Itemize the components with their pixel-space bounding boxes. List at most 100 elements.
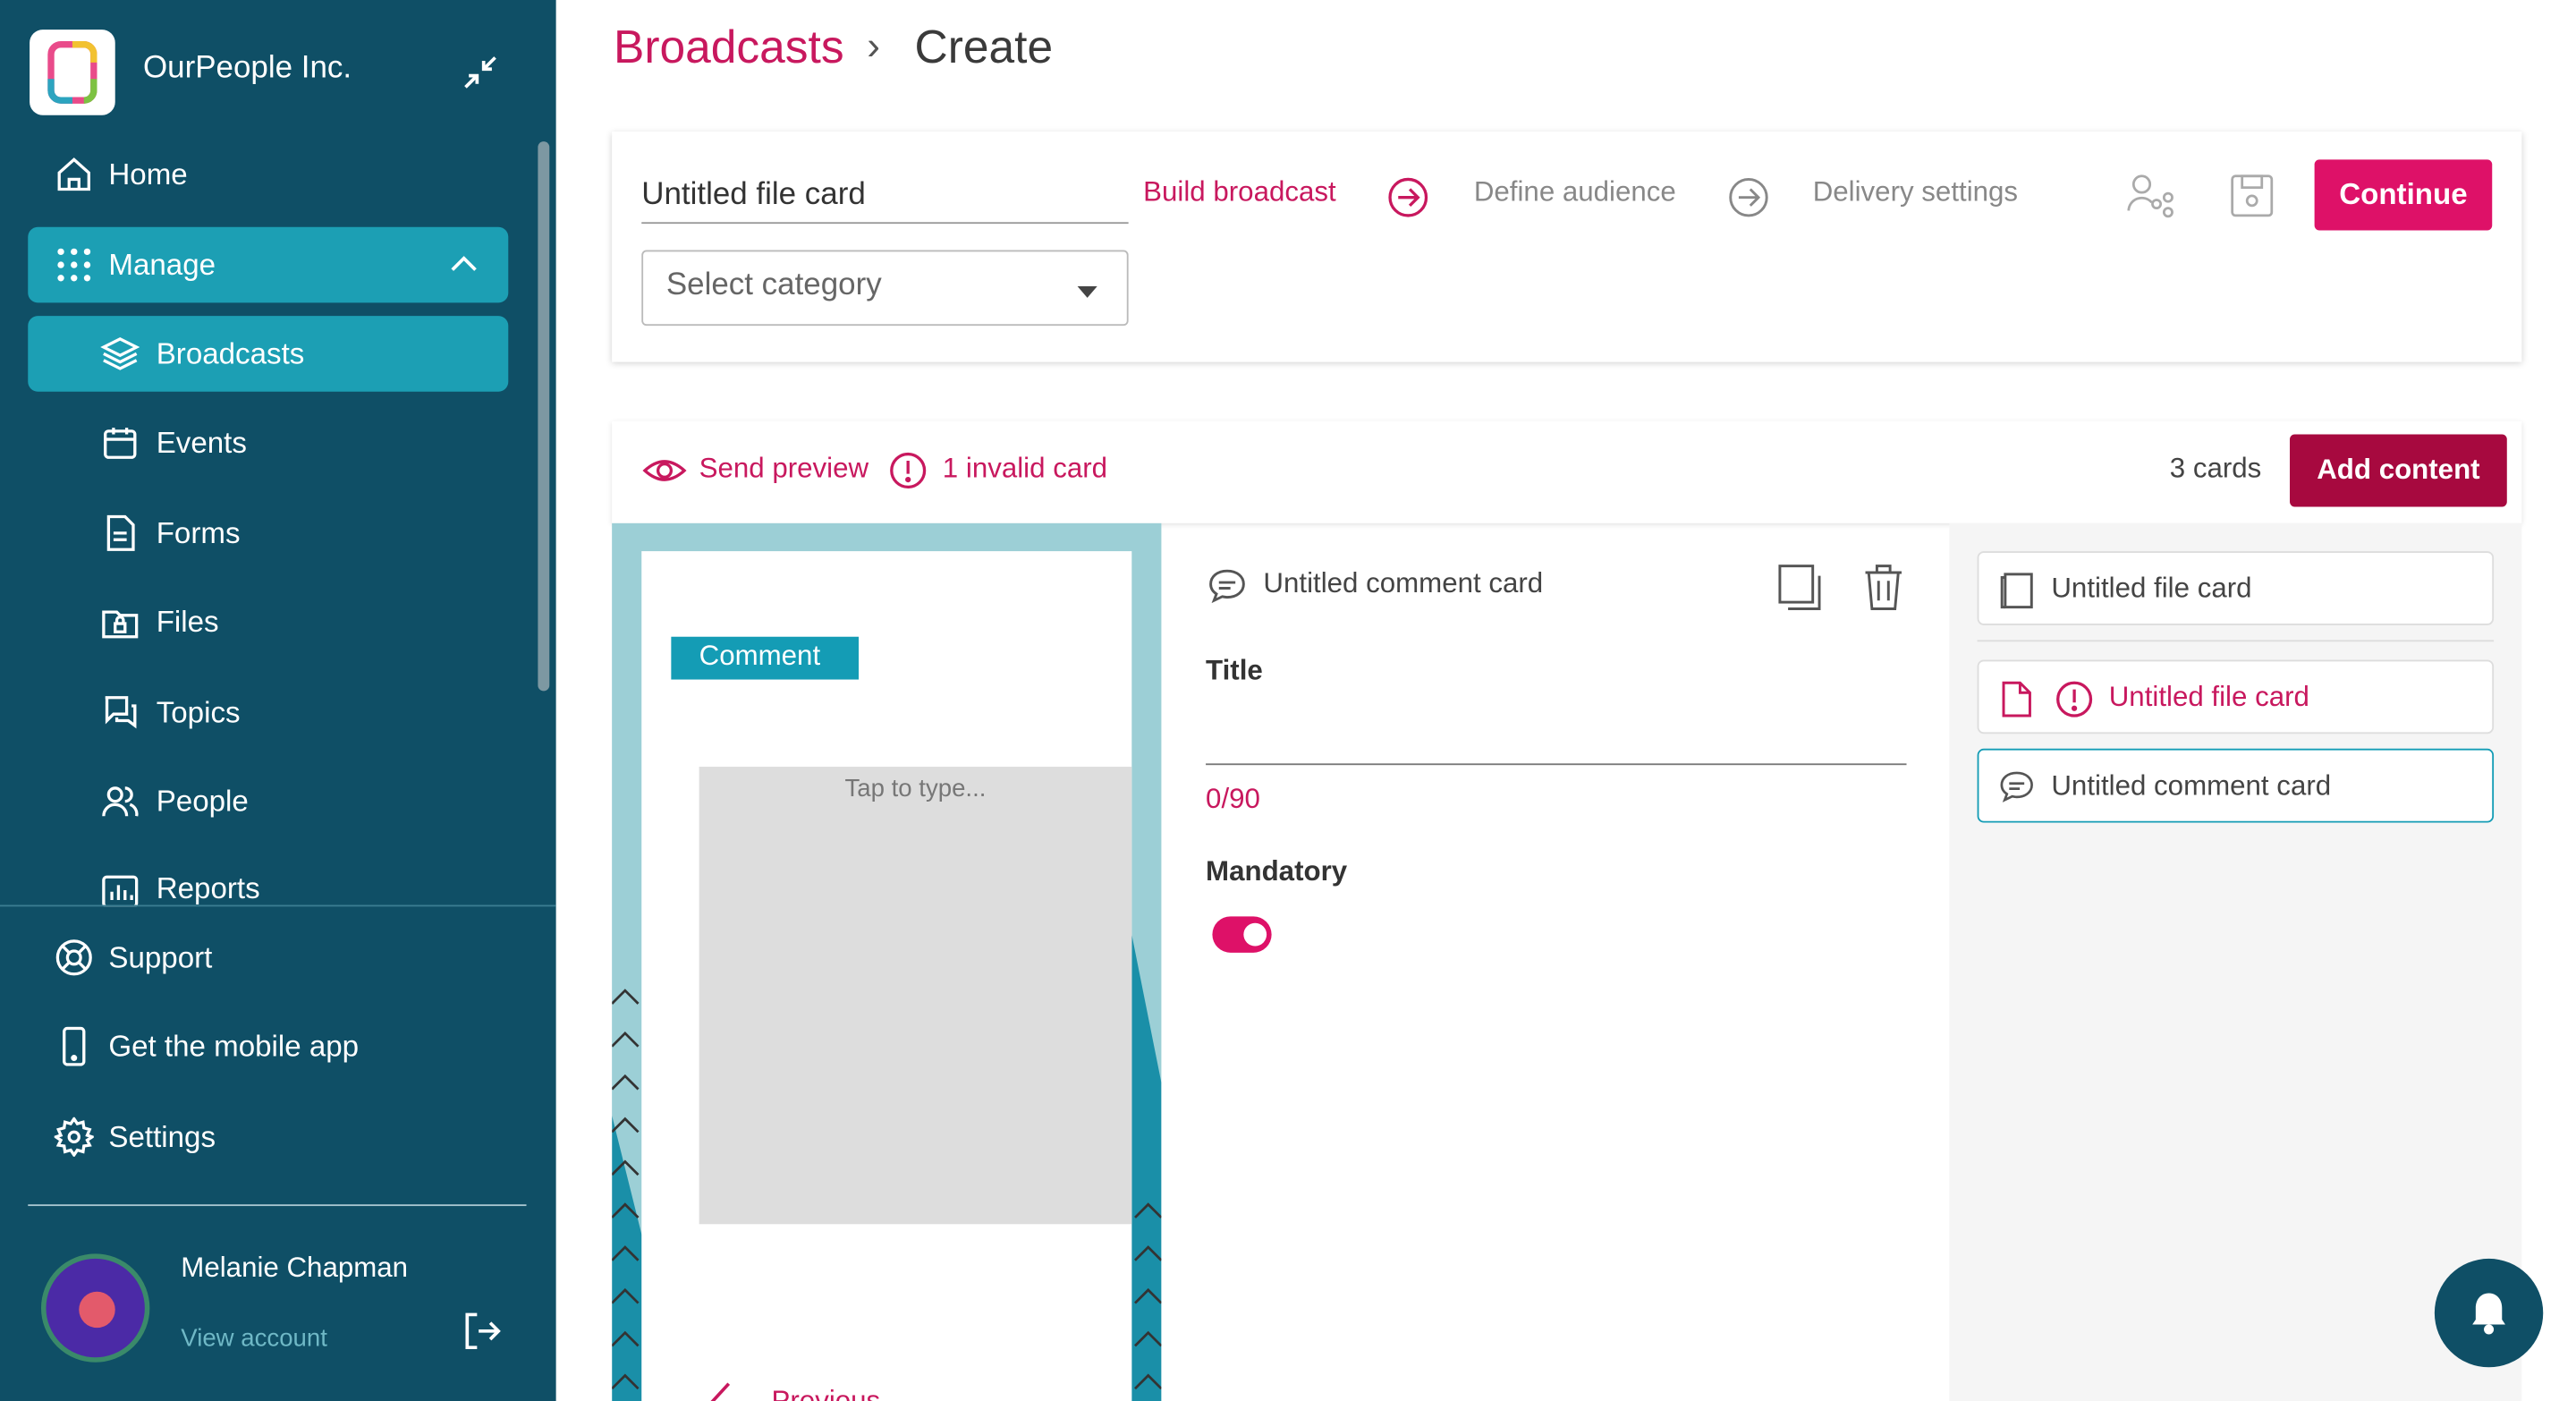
chevron-up-icon [449,250,479,280]
title-field-label: Title [1206,654,1263,686]
title-char-counter: 0/90 [1206,783,1260,815]
avatar-dot [79,1291,115,1329]
logout-icon[interactable] [461,1310,504,1353]
editor-card-title: Untitled comment card [1263,567,1544,599]
nav-topics[interactable]: Topics [28,675,508,751]
nav-files[interactable]: Files [28,584,508,660]
card-label: Untitled file card [2051,573,2252,604]
eye-icon[interactable] [641,451,687,490]
sidebar-divider-bottom [28,1204,527,1207]
continue-button[interactable]: Continue [2314,159,2493,231]
step-delivery-settings[interactable]: Delivery settings [1813,176,2018,209]
card-preview: Comment Tap to type... Previous [612,522,1162,1401]
org-name: OurPeople Inc. [143,51,352,86]
gear-icon [52,1116,96,1159]
nav-settings[interactable]: Settings [28,1100,508,1176]
send-preview-button[interactable]: Send preview [699,453,869,486]
layers-icon [100,334,140,373]
nav-settings-label: Settings [108,1119,216,1153]
nav-people[interactable]: People [28,763,508,839]
nav-files-label: Files [156,604,219,638]
chevron-left-icon[interactable] [704,1380,737,1401]
mandatory-toggle[interactable] [1212,916,1272,953]
breadcrumb-separator: › [867,24,880,70]
avatar[interactable] [40,1253,150,1363]
arrow-circle-icon [1727,176,1770,219]
people-icon [100,782,140,821]
category-placeholder: Select category [665,267,882,303]
app-root: OurPeople Inc. Home Manage Broadcasts Ev… [0,0,2576,1401]
card-label: Untitled comment card [2051,769,2332,802]
sidebar: OurPeople Inc. Home Manage Broadcasts Ev… [0,0,556,1401]
bar-chart-icon [100,872,140,907]
calendar-icon [100,423,140,463]
nav-events[interactable]: Events [28,404,508,480]
nav-mobile-app[interactable]: Get the mobile app [28,1008,508,1084]
nav-forms-label: Forms [156,515,241,549]
title-field-input[interactable] [1206,717,1907,766]
cards-count: 3 cards [2169,452,2262,484]
card-list-item[interactable]: Untitled file card [1977,551,2495,625]
folder-lock-icon [100,602,140,641]
nav-support-label: Support [108,940,213,973]
category-select[interactable]: Select category [641,250,1129,327]
chat-bubbles-icon [100,692,140,732]
lifebuoy-icon [55,938,94,977]
form-icon [100,514,140,553]
breadcrumb-broadcasts[interactable]: Broadcasts [614,21,844,74]
previous-button[interactable]: Previous [772,1386,881,1401]
comment-input-area[interactable]: Tap to type... [699,767,1132,1225]
arrow-circle-icon [1386,176,1429,219]
add-content-button[interactable]: Add content [2290,434,2507,507]
nav-mobile-app-label: Get the mobile app [108,1029,360,1063]
phone-mockup: Comment Tap to type... Previous [641,551,1132,1401]
user-name: Melanie Chapman [181,1252,409,1284]
comment-icon [1999,768,2035,808]
card-label: Untitled file card [2108,681,2309,713]
nav-forms[interactable]: Forms [28,496,508,572]
nav-home[interactable]: Home [28,137,508,213]
nav-reports[interactable]: Reports [28,853,508,907]
nav-home-label: Home [108,157,188,191]
warning-icon [2055,680,2093,719]
save-draft-icon[interactable] [2227,171,2276,220]
nav-topics-label: Topics [156,695,241,728]
builder-panel: Select category Build broadcast Define a… [612,132,2522,362]
card-list: Untitled file card Untitled file card Un… [1949,522,2522,1401]
nav-reports-label: Reports [156,871,260,905]
document-icon [1999,680,2035,719]
warning-icon [888,451,928,490]
nav-support[interactable]: Support [28,920,508,996]
sidebar-scrollbar[interactable] [538,141,550,692]
caret-down-icon [1077,286,1097,298]
step-build-broadcast[interactable]: Build broadcast [1143,176,1336,209]
card-list-item[interactable]: Untitled file card [1977,659,2495,734]
duplicate-icon[interactable] [1776,563,1822,612]
comment-icon [1208,567,1247,604]
broadcast-title-input[interactable] [641,167,1129,225]
notifications-button[interactable] [2434,1258,2544,1368]
view-account-link[interactable]: View account [181,1324,327,1352]
page-title: Create [914,21,1054,72]
nav-events-label: Events [156,425,247,459]
file-card-icon [1999,571,2035,610]
nav-manage[interactable]: Manage [28,226,509,303]
nav-broadcasts-label: Broadcasts [156,336,305,369]
collapse-sidebar-icon[interactable] [457,49,503,95]
content-toolbar: Send preview 1 invalid card 3 cards Add … [612,420,2522,523]
bell-icon [2472,1293,2505,1335]
invalid-card-link[interactable]: 1 invalid card [943,453,1107,486]
home-icon [55,155,94,194]
audience-share-icon[interactable] [2125,171,2174,220]
comment-tag: Comment [671,636,860,680]
nav-manage-label: Manage [108,247,216,281]
trash-icon[interactable] [1862,563,1905,612]
card-list-item[interactable]: Untitled comment card [1977,748,2495,823]
nav-broadcasts[interactable]: Broadcasts [28,316,509,392]
grid-dots-icon [55,245,94,284]
org-logo[interactable] [30,30,115,115]
card-list-divider [1977,640,2495,642]
step-define-audience[interactable]: Define audience [1474,176,1676,209]
toggle-knob [1243,922,1267,947]
mobile-phone-icon [55,1026,94,1066]
